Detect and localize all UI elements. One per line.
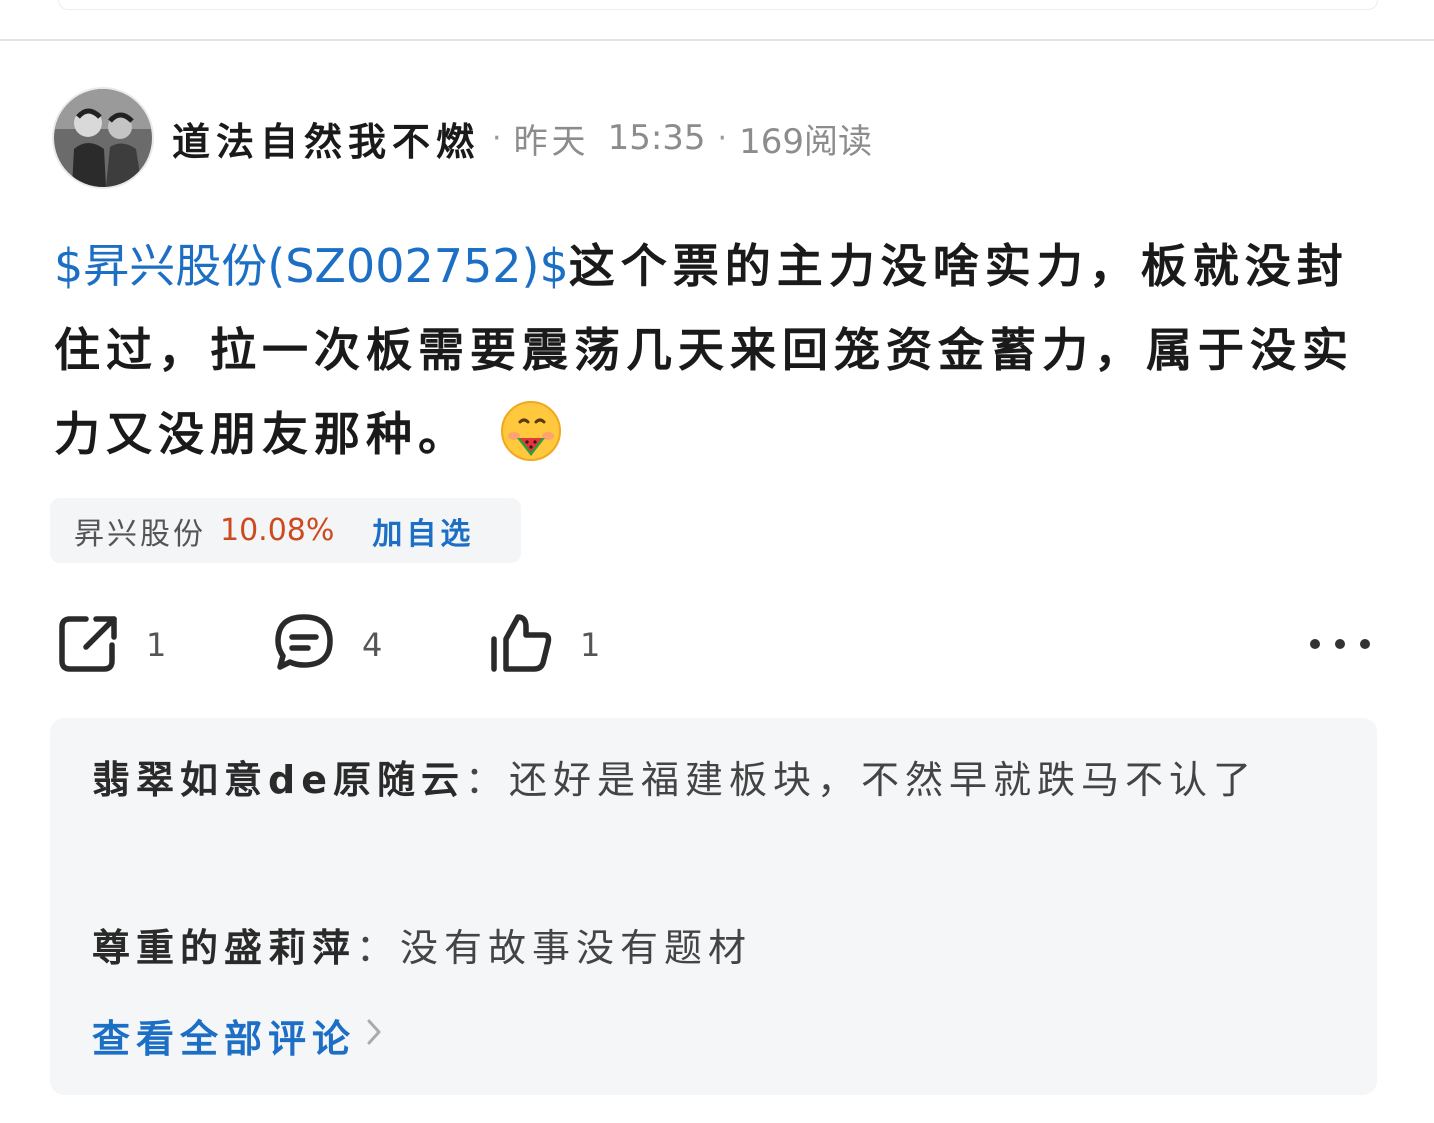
- more-icon-dot: [1360, 639, 1370, 649]
- comment-username[interactable]: 尊重的盛莉萍: [92, 926, 356, 970]
- view-all-comments-label: 查看全部评论: [92, 1017, 357, 1061]
- stock-tag-link[interactable]: $昇兴股份(SZ002752)$: [54, 239, 569, 293]
- share-icon: [56, 611, 120, 679]
- post-meta: · 昨天 15:35 · 169阅读: [480, 114, 872, 163]
- comment-colon: ：: [356, 926, 401, 970]
- separator-dot: ·: [492, 120, 502, 156]
- comment-button[interactable]: 4: [272, 610, 382, 680]
- comment-item[interactable]: 翡翠如意de原随云：还好是福建板块，不然早就跌马不认了: [92, 746, 1322, 814]
- comment-count: 4: [362, 626, 383, 664]
- post-date: 昨天: [513, 121, 590, 162]
- share-count: 1: [146, 626, 167, 664]
- comment-colon: ：: [464, 758, 509, 802]
- more-icon-dot: [1335, 639, 1345, 649]
- avatar[interactable]: [52, 87, 154, 189]
- post-content: $昇兴股份(SZ002752)$这个票的主力没啥实力，板就没封住过，拉一次板需要…: [54, 224, 1364, 488]
- add-to-watchlist-button[interactable]: 加自选: [372, 509, 474, 553]
- thumbs-up-icon: [488, 611, 554, 679]
- share-button[interactable]: 1: [56, 610, 166, 680]
- chevron-right-icon: [364, 1014, 384, 1058]
- like-button[interactable]: 1: [488, 610, 600, 680]
- comment-icon: [272, 611, 336, 679]
- post-header: 道法自然我不燃 · 昨天 15:35 · 169阅读: [52, 86, 872, 190]
- author-name[interactable]: 道法自然我不燃: [172, 111, 480, 166]
- stock-name: 昇兴股份: [74, 516, 206, 552]
- comment-item[interactable]: 尊重的盛莉萍：没有故事没有题材: [92, 914, 1322, 982]
- stock-change-percent: 10.08%: [220, 513, 335, 548]
- comment-text: 没有故事没有题材: [400, 926, 753, 970]
- comment-text: 还好是福建板块，不然早就跌马不认了: [509, 758, 1258, 802]
- stock-quote-chip[interactable]: 昇兴股份 10.08% 加自选: [50, 498, 521, 563]
- more-options-button[interactable]: [1310, 632, 1370, 656]
- more-icon-dot: [1310, 639, 1320, 649]
- like-count: 1: [580, 626, 601, 664]
- post-time: 15:35: [607, 118, 706, 158]
- previous-post-card-edge: [58, 0, 1378, 10]
- comment-preview-panel: 翡翠如意de原随云：还好是福建板块，不然早就跌马不认了 尊重的盛莉萍：没有故事没…: [50, 718, 1377, 1095]
- separator-dot: ·: [717, 120, 728, 156]
- watermelon-face-emoji-icon: [500, 400, 562, 488]
- view-all-comments-link[interactable]: 查看全部评论: [92, 1008, 384, 1063]
- read-count: 169阅读: [739, 121, 872, 162]
- divider: [0, 39, 1434, 41]
- action-bar: 1 4 1: [0, 610, 1434, 680]
- comment-username[interactable]: 翡翠如意de原随云: [92, 758, 465, 802]
